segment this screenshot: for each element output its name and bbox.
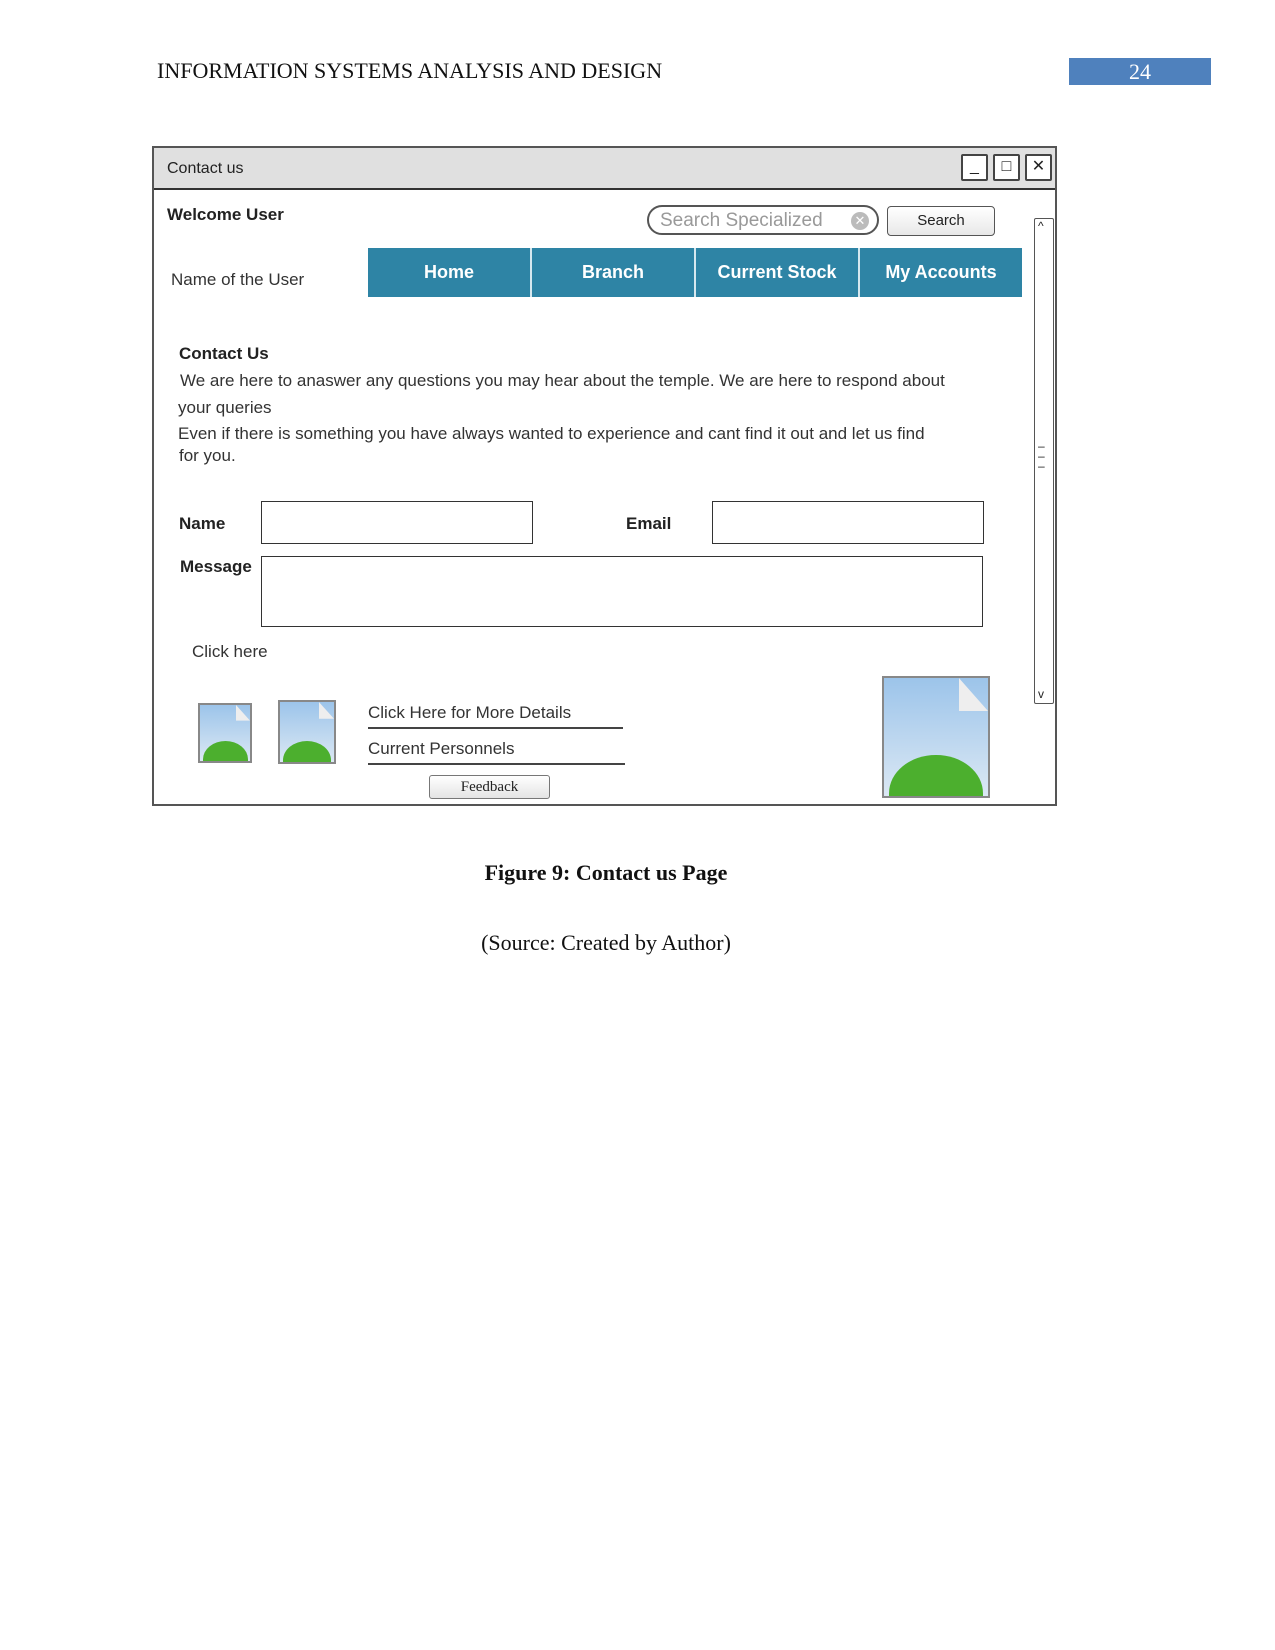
intro-line-2: your queries: [178, 398, 272, 417]
welcome-text: Welcome User: [167, 205, 284, 224]
figure-caption: Figure 9: Contact us Page: [484, 860, 728, 885]
nav-branch[interactable]: Branch: [532, 248, 696, 297]
nav-home[interactable]: Home: [368, 248, 532, 297]
intro-line-1: We are here to anaswer any questions you…: [180, 371, 945, 390]
window-title: Contact us: [167, 160, 244, 177]
contact-heading: Contact Us: [179, 344, 269, 363]
scroll-thumb-icon[interactable]: – – –: [1038, 440, 1045, 472]
clear-icon[interactable]: ✕: [851, 212, 869, 230]
current-personnels-link[interactable]: Current Personnels: [368, 739, 625, 765]
user-name: Name of the User: [171, 270, 305, 289]
scrollbar[interactable]: ^ – – – v: [1034, 218, 1054, 704]
scroll-down-icon[interactable]: v: [1038, 687, 1044, 701]
email-field[interactable]: [712, 501, 984, 544]
image-placeholder-icon[interactable]: [278, 700, 336, 764]
running-header: INFORMATION SYSTEMS ANALYSIS AND DESIGN: [157, 58, 663, 83]
maximize-icon[interactable]: □: [993, 154, 1020, 181]
click-here-text[interactable]: Click here: [192, 642, 268, 662]
feedback-button[interactable]: Feedback: [429, 775, 550, 799]
close-icon[interactable]: ✕: [1025, 154, 1052, 181]
minimize-icon[interactable]: _: [961, 154, 988, 181]
search-placeholder: Search Specialized: [660, 210, 823, 231]
figure-source: (Source: Created by Author): [481, 930, 731, 955]
nav-my-accounts[interactable]: My Accounts: [860, 248, 1022, 297]
document-page: INFORMATION SYSTEMS ANALYSIS AND DESIGN …: [0, 0, 1275, 1650]
image-placeholder-icon[interactable]: [198, 703, 252, 763]
name-field[interactable]: [261, 501, 533, 544]
page-number: 24: [1069, 58, 1211, 85]
message-label: Message: [180, 557, 252, 576]
nav-current-stock[interactable]: Current Stock: [696, 248, 860, 297]
message-field[interactable]: [261, 556, 983, 627]
title-bar: Contact us _ □ ✕: [154, 148, 1055, 190]
email-label: Email: [626, 514, 672, 533]
intro-line-3: Even if there is something you have alwa…: [178, 424, 925, 443]
scroll-up-icon[interactable]: ^: [1038, 219, 1044, 233]
image-placeholder-icon: [882, 676, 990, 798]
intro-line-4: for you.: [179, 446, 236, 465]
main-nav: Home Branch Current Stock My Accounts: [368, 248, 1022, 297]
contact-us-wireframe: Contact us _ □ ✕ Welcome User Name of th…: [152, 146, 1057, 806]
search-button[interactable]: Search: [887, 206, 995, 236]
more-details-link[interactable]: Click Here for More Details: [368, 703, 623, 729]
search-input[interactable]: Search Specialized ✕: [647, 205, 879, 235]
name-label: Name: [179, 514, 226, 533]
